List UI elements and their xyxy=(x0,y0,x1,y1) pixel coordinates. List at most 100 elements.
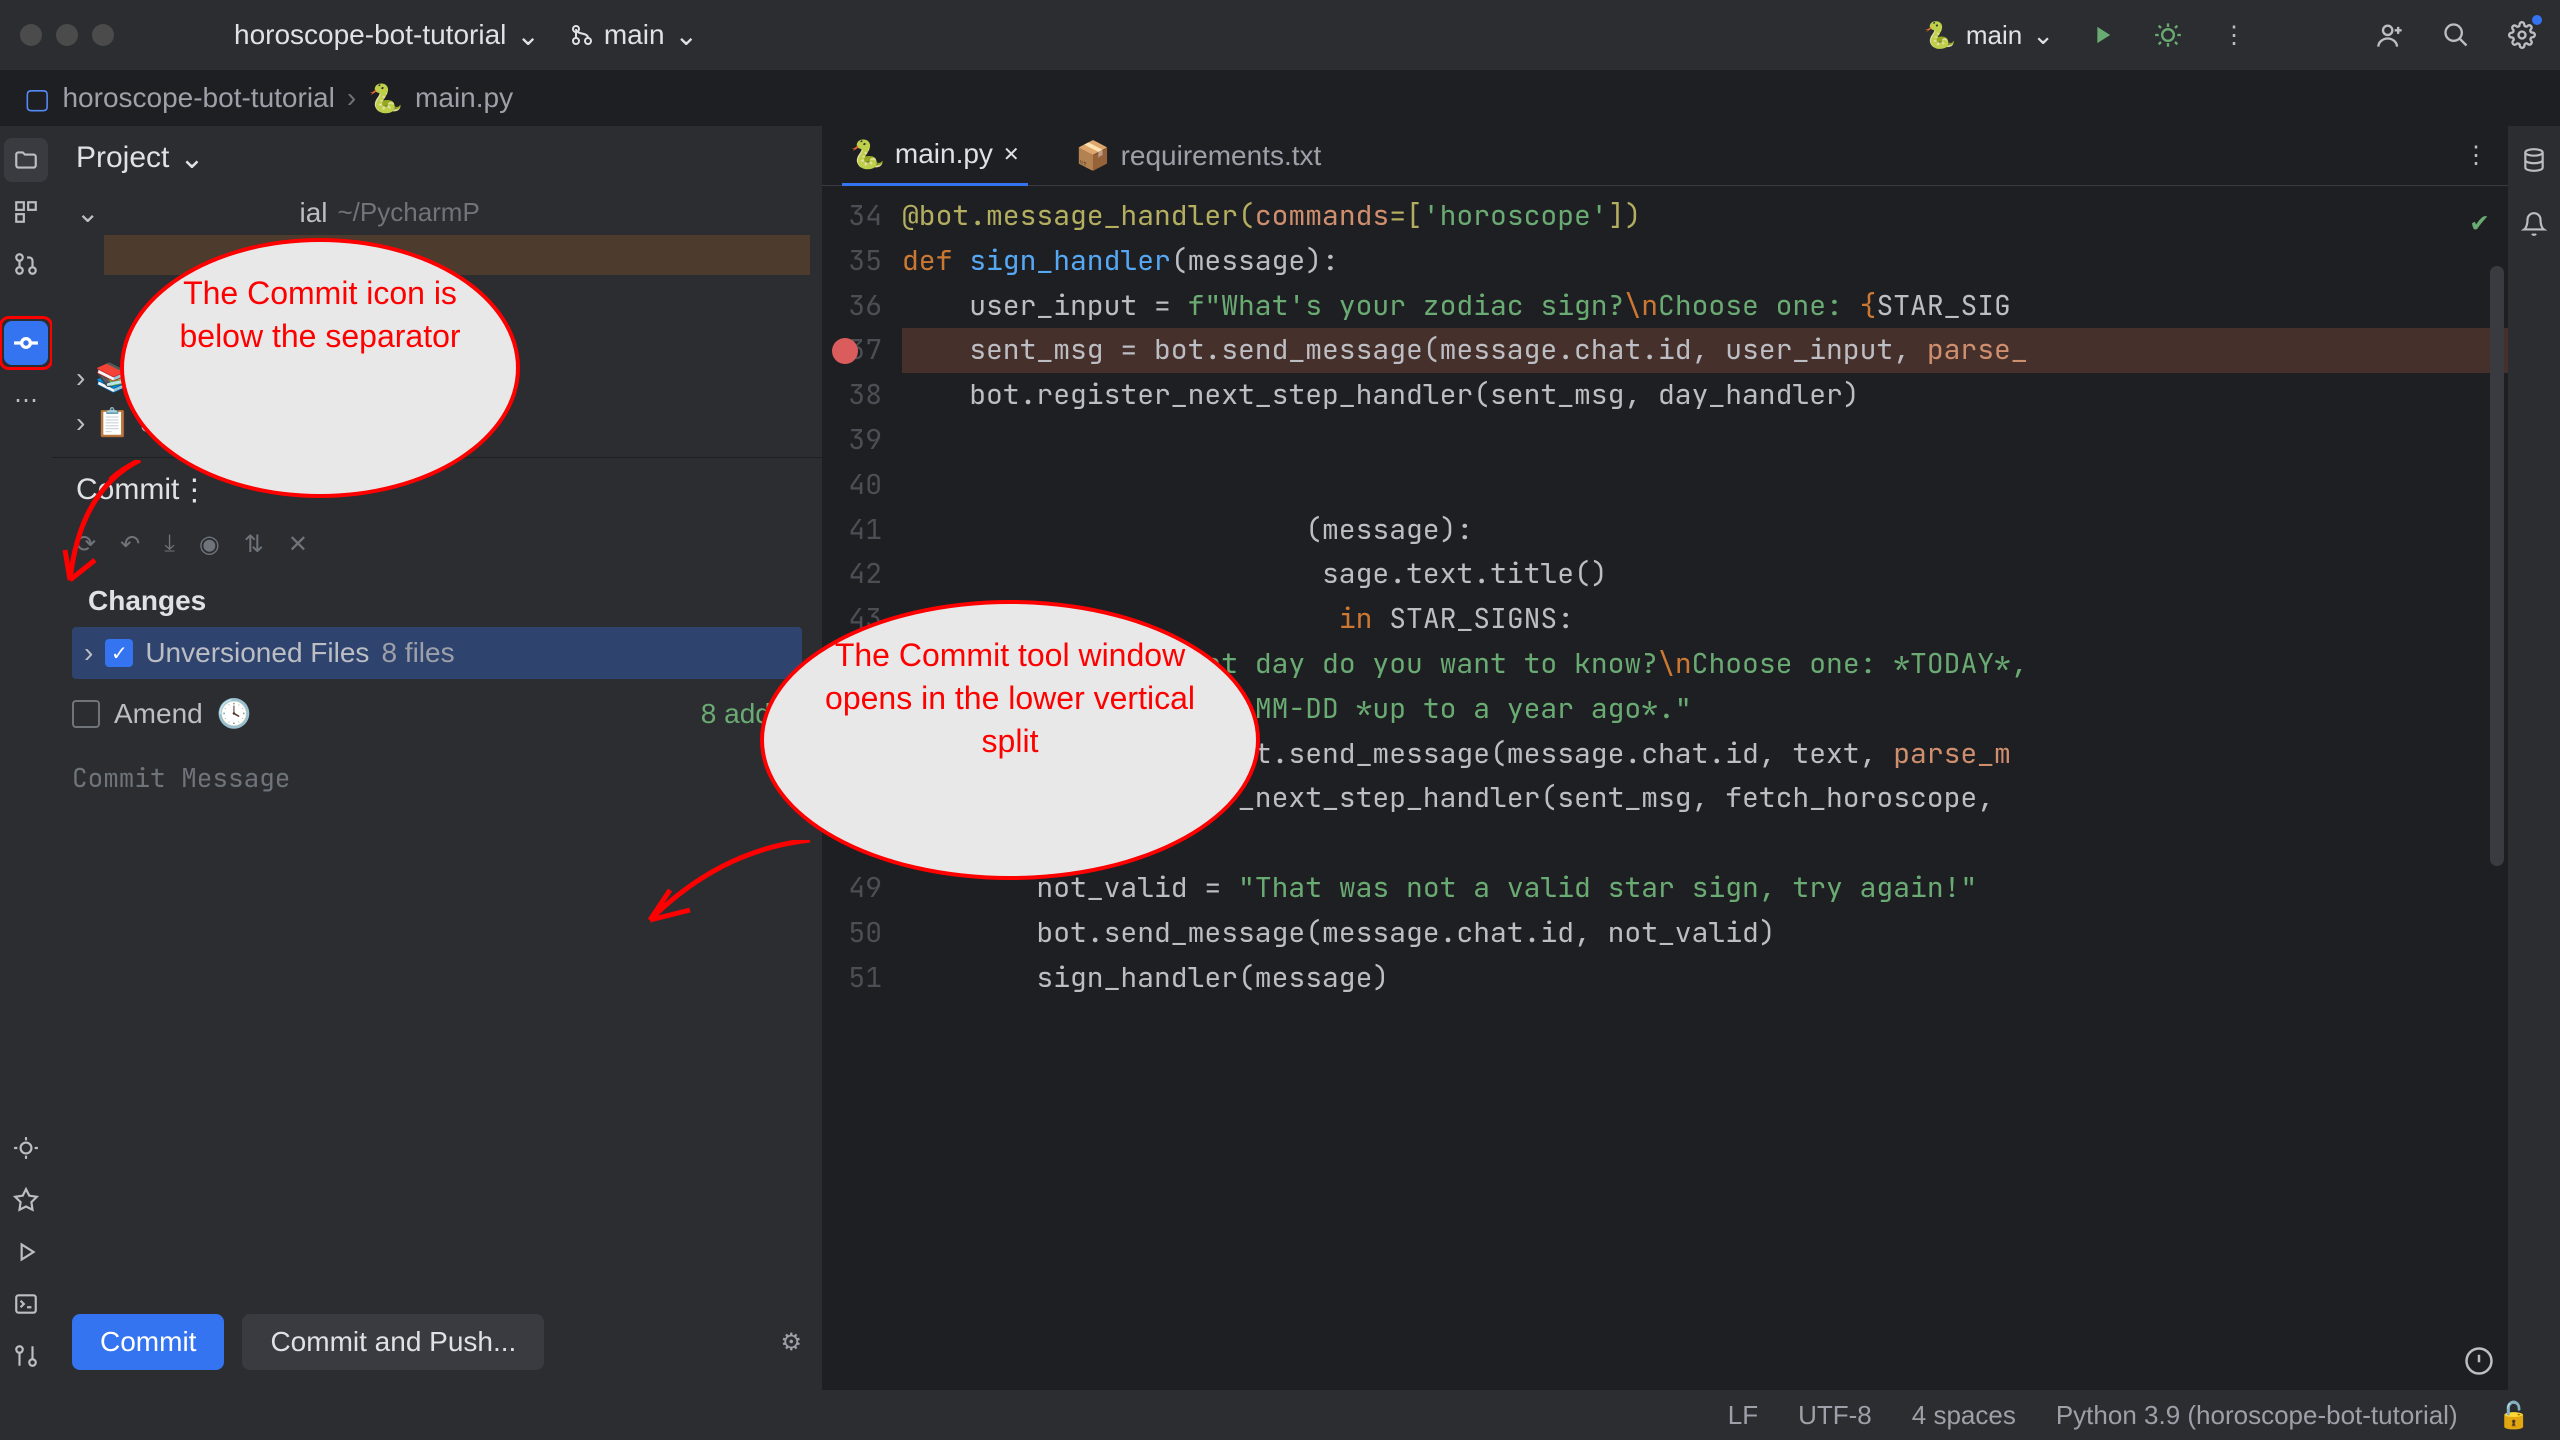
shelf-icon[interactable]: ⤓ xyxy=(164,530,175,559)
close-tab-icon[interactable]: ✕ xyxy=(1003,142,1020,167)
line-ending[interactable]: LF xyxy=(1728,1400,1758,1431)
expand-collapse-icon[interactable]: ⇅ xyxy=(244,530,264,559)
window-controls[interactable] xyxy=(20,24,114,46)
debug-button[interactable] xyxy=(2150,17,2186,53)
settings-button[interactable] xyxy=(2504,17,2540,53)
project-panel-title: Project xyxy=(76,141,169,175)
project-dropdown[interactable]: horoscope-bot-tutorial ⌄ xyxy=(234,19,540,52)
left-tool-rail: ⋯ xyxy=(0,126,52,1390)
titlebar-left: horoscope-bot-tutorial ⌄ main ⌄ xyxy=(234,19,698,52)
amend-row: Amend 🕓 8 added xyxy=(52,679,822,748)
debug-tool-button[interactable] xyxy=(4,1126,48,1170)
notifications-tool-button[interactable] xyxy=(2512,202,2556,246)
minimize-window-icon[interactable] xyxy=(56,24,78,46)
commit-toolbar: ⟳ ↶ ⤓ ◉ ⇅ ✕ xyxy=(52,522,822,575)
chevron-down-icon: ⌄ xyxy=(76,196,99,229)
tab-label: requirements.txt xyxy=(1121,140,1322,172)
callout-tail-icon xyxy=(60,460,160,590)
branch-dropdown[interactable]: main ⌄ xyxy=(570,19,698,52)
commit-and-push-button[interactable]: Commit and Push... xyxy=(242,1314,544,1370)
services-tool-button[interactable] xyxy=(4,1178,48,1222)
close-window-icon[interactable] xyxy=(20,24,42,46)
show-diff-icon[interactable]: ◉ xyxy=(199,530,220,559)
maximize-window-icon[interactable] xyxy=(92,24,114,46)
callout-tail-icon xyxy=(640,840,820,940)
changes-title: Changes xyxy=(72,575,802,627)
python-icon: 🐍 xyxy=(850,138,885,171)
unversioned-label: Unversioned Files xyxy=(145,637,369,669)
branch-icon xyxy=(570,23,594,47)
amend-label: Amend xyxy=(114,698,203,730)
commit-button[interactable]: Commit xyxy=(72,1314,224,1370)
chevron-down-icon: ⌄ xyxy=(2032,20,2054,51)
python-icon: 🐍 xyxy=(1923,20,1955,51)
chevron-right-icon: › xyxy=(84,637,93,669)
project-panel-header: Project ⌄ xyxy=(52,126,822,190)
breadcrumb: ▢ horoscope-bot-tutorial › 🐍 main.py xyxy=(0,70,2560,126)
breadcrumb-project[interactable]: horoscope-bot-tutorial xyxy=(62,82,334,114)
history-icon[interactable]: 🕓 xyxy=(217,697,252,730)
commit-button-highlight xyxy=(0,316,53,370)
branch-name: main xyxy=(604,19,665,51)
commit-buttons: Commit Commit and Push... ⚙ xyxy=(52,1294,822,1390)
editor-more-button[interactable]: ⋮ xyxy=(2464,141,2488,170)
code-with-me-button[interactable] xyxy=(2372,17,2408,53)
project-name: horoscope-bot-tutorial xyxy=(234,19,506,51)
commit-message-input[interactable]: Commit Message xyxy=(52,748,822,807)
tab-requirements[interactable]: 📦 requirements.txt xyxy=(1068,127,1330,184)
project-icon: ▢ xyxy=(24,82,50,115)
chevron-right-icon: › xyxy=(76,407,85,439)
titlebar: horoscope-bot-tutorial ⌄ main ⌄ 🐍 main ⌄… xyxy=(0,0,2560,70)
chevron-down-icon: ⌄ xyxy=(675,19,698,52)
callout-text: The Commit tool window opens in the lowe… xyxy=(825,637,1195,759)
breadcrumb-file[interactable]: main.py xyxy=(415,82,513,114)
inspection-ok-icon[interactable]: ✔ xyxy=(2471,200,2488,245)
tree-root-label: ial xyxy=(299,197,327,229)
project-tool-button[interactable] xyxy=(4,138,48,182)
chevron-down-icon: ⌄ xyxy=(516,19,539,52)
unversioned-files-row[interactable]: › ✓ Unversioned Files 8 files xyxy=(72,627,802,679)
search-button[interactable] xyxy=(2438,17,2474,53)
right-tool-rail xyxy=(2508,126,2560,1390)
chevron-right-icon: › xyxy=(347,82,356,114)
python-icon: 🐍 xyxy=(368,82,403,115)
commit-settings-icon[interactable]: ⚙ xyxy=(780,1328,802,1357)
amend-checkbox[interactable] xyxy=(72,700,100,728)
tab-main-py[interactable]: 🐍 main.py ✕ xyxy=(842,126,1028,186)
database-tool-button[interactable] xyxy=(2512,138,2556,182)
changes-block: Changes › ✓ Unversioned Files 8 files xyxy=(52,575,822,679)
commit-tool-button[interactable] xyxy=(4,321,48,365)
commit-panel-more-button[interactable]: ⋮ xyxy=(179,473,209,508)
tree-root-row[interactable]: ⌄ ial ~/PycharmP xyxy=(64,190,810,235)
structure-tool-button[interactable] xyxy=(4,190,48,234)
scrollbar[interactable] xyxy=(2490,266,2504,866)
chevron-down-icon[interactable]: ⌄ xyxy=(179,141,204,176)
checkbox-icon[interactable]: ✓ xyxy=(105,639,133,667)
file-icon: 📦 xyxy=(1076,139,1111,172)
readonly-lock-icon[interactable]: 🔓 xyxy=(2498,1400,2530,1431)
problems-indicator-icon[interactable] xyxy=(2464,1346,2494,1376)
indent-setting[interactable]: 4 spaces xyxy=(1912,1400,2016,1431)
tab-label: main.py xyxy=(895,138,993,170)
more-tools-button[interactable]: ⋯ xyxy=(4,378,48,422)
unversioned-count: 8 files xyxy=(381,637,454,669)
run-config-dropdown[interactable]: 🐍 main ⌄ xyxy=(1923,20,2054,51)
terminal-tool-button[interactable] xyxy=(4,1282,48,1326)
run-tool-button[interactable] xyxy=(4,1230,48,1274)
vcs-tool-button[interactable] xyxy=(4,1334,48,1378)
file-encoding[interactable]: UTF-8 xyxy=(1798,1400,1872,1431)
editor-tabs: 🐍 main.py ✕ 📦 requirements.txt ⋮ xyxy=(822,126,2508,186)
annotation-callout-2: The Commit tool window opens in the lowe… xyxy=(760,600,1260,880)
chevron-right-icon: › xyxy=(76,362,85,394)
tree-root-path: ~/PycharmP xyxy=(337,197,479,228)
status-bar: LF UTF-8 4 spaces Python 3.9 (horoscope-… xyxy=(0,1390,2560,1440)
pull-requests-button[interactable] xyxy=(4,242,48,286)
interpreter[interactable]: Python 3.9 (horoscope-bot-tutorial) xyxy=(2056,1400,2458,1431)
annotation-callout-1: The Commit icon is below the separator xyxy=(120,238,520,498)
scratches-icon: 📋 xyxy=(95,406,130,439)
callout-text: The Commit icon is below the separator xyxy=(179,275,460,354)
more-actions-button[interactable]: ⋮ xyxy=(2216,17,2252,53)
run-button[interactable] xyxy=(2084,17,2120,53)
group-by-icon[interactable]: ✕ xyxy=(288,530,308,559)
titlebar-right: 🐍 main ⌄ ⋮ xyxy=(1923,17,2540,53)
